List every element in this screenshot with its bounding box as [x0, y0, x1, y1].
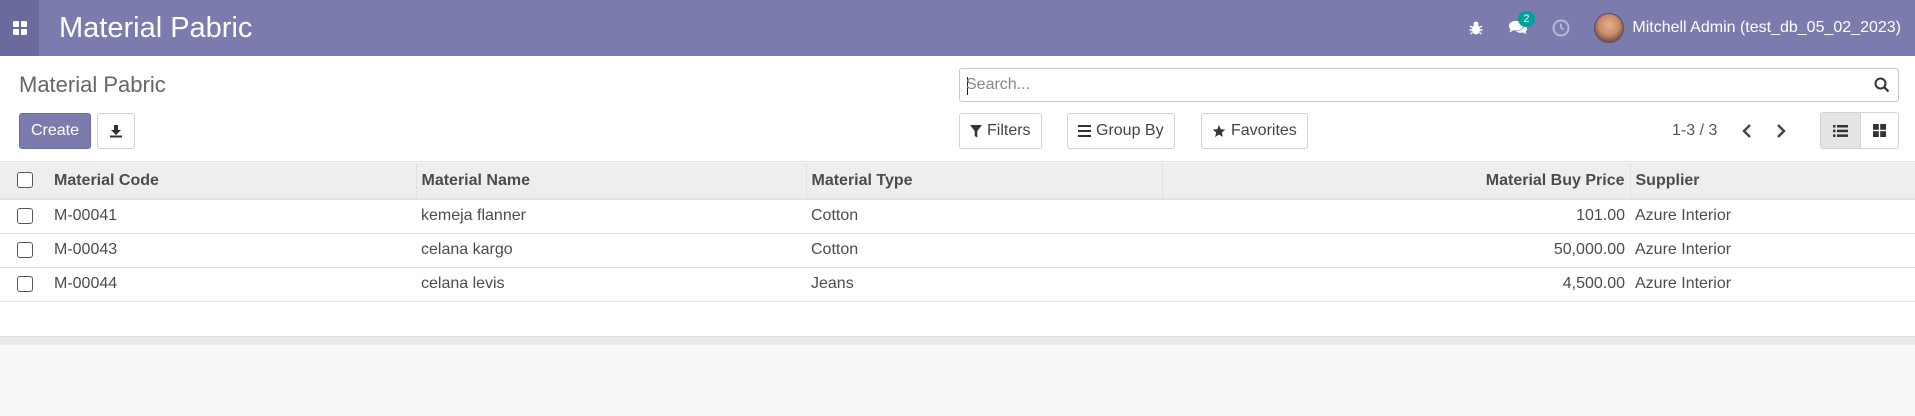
favorites-button[interactable]: Favorites [1201, 113, 1308, 149]
chevron-right-icon [1777, 124, 1786, 138]
export-download-button[interactable] [97, 113, 135, 149]
material-code-cell: M-00044 [54, 275, 118, 292]
table-footer [0, 336, 1915, 345]
kanban-grid-icon [1872, 124, 1886, 137]
breadcrumb: Material Pabric [19, 72, 166, 97]
app-title[interactable]: Material Pabric [59, 0, 252, 56]
row-select-cell [0, 233, 49, 267]
favorites-label: Favorites [1231, 122, 1297, 139]
chevron-left-icon [1742, 124, 1751, 138]
material-name-cell: celana kargo [421, 241, 513, 258]
material-buy-price-cell: 4,500.00 [1562, 275, 1625, 292]
search-icon[interactable] [1874, 77, 1890, 98]
download-icon [110, 125, 122, 138]
view-switcher [1820, 112, 1899, 149]
material-type-cell: Jeans [811, 275, 854, 292]
activity-clock-icon[interactable] [1552, 19, 1570, 37]
apps-menu-button[interactable] [0, 0, 39, 56]
material-name-cell: kemeja flanner [421, 207, 526, 225]
user-avatar[interactable] [1594, 13, 1625, 43]
column-header-material-code[interactable]: Material Code [49, 163, 416, 200]
filters-button[interactable]: Filters [959, 113, 1042, 149]
table-header-row: Material Code Material Name Material Typ… [0, 163, 1915, 200]
material-table: Material Code Material Name Material Typ… [0, 163, 1915, 302]
filter-funnel-icon [970, 124, 982, 137]
pager-value[interactable]: 1-3 / 3 [1672, 122, 1717, 140]
table-empty-space [0, 301, 1915, 337]
supplier-cell: Azure Interior [1635, 241, 1732, 258]
material-buy-price-cell: 50,000.00 [1553, 241, 1625, 258]
row-checkbox[interactable] [16, 241, 33, 258]
column-header-material-type[interactable]: Material Type [805, 163, 1162, 200]
list-view: Material Code Material Name Material Typ… [0, 163, 1915, 345]
create-button[interactable]: Create [19, 113, 91, 149]
table-row[interactable]: M-00041 kemeja flanner Cotton 101.00 Azu… [0, 199, 1915, 233]
select-all-cell [0, 163, 49, 200]
chat-messages-icon[interactable]: 2 [1508, 11, 1535, 36]
group-by-label: Group By [1096, 122, 1164, 139]
column-header-material-buy-price[interactable]: Material Buy Price [1161, 163, 1630, 200]
material-buy-price-cell: 101.00 [1576, 207, 1625, 225]
material-name-cell: celana levis [421, 275, 505, 292]
apps-grid-icon [12, 21, 27, 35]
bars-icon [1078, 125, 1091, 137]
row-select-cell [0, 199, 49, 233]
star-icon [1212, 124, 1226, 137]
column-header-material-name[interactable]: Material Name [415, 163, 806, 200]
filters-label: Filters [987, 122, 1031, 139]
material-type-cell: Cotton [811, 207, 859, 225]
kanban-view-button[interactable] [1859, 113, 1898, 148]
table-row[interactable]: M-00043 celana kargo Cotton 50,000.00 Az… [0, 233, 1915, 267]
group-by-button[interactable]: Group By [1067, 113, 1175, 149]
list-icon [1832, 124, 1848, 137]
material-type-cell: Cotton [811, 241, 859, 258]
chat-count-badge: 2 [1518, 11, 1535, 27]
search-input[interactable] [966, 69, 1846, 101]
select-all-checkbox[interactable] [16, 172, 33, 189]
top-navbar: Material Pabric 2 Mitchell Admin (test_d… [0, 0, 1915, 56]
row-checkbox[interactable] [16, 208, 33, 225]
debug-bug-icon[interactable] [1468, 20, 1484, 36]
material-code-cell: M-00041 [54, 207, 118, 225]
row-checkbox[interactable] [16, 275, 33, 292]
list-view-button[interactable] [1821, 113, 1860, 148]
pager-next-button[interactable] [1766, 116, 1796, 146]
table-row[interactable]: M-00044 celana levis Jeans 4,500.00 Azur… [0, 267, 1915, 301]
search-bar[interactable] [959, 68, 1899, 102]
control-panel: Material Pabric Create Filters Group By … [0, 56, 1915, 162]
user-menu[interactable]: Mitchell Admin (test_db_05_02_2023) [1632, 19, 1901, 37]
column-header-supplier[interactable]: Supplier [1629, 163, 1915, 200]
pager-previous-button[interactable] [1732, 116, 1762, 146]
material-code-cell: M-00043 [54, 241, 118, 258]
supplier-cell: Azure Interior [1635, 207, 1732, 225]
supplier-cell: Azure Interior [1635, 275, 1732, 292]
row-select-cell [0, 267, 49, 301]
